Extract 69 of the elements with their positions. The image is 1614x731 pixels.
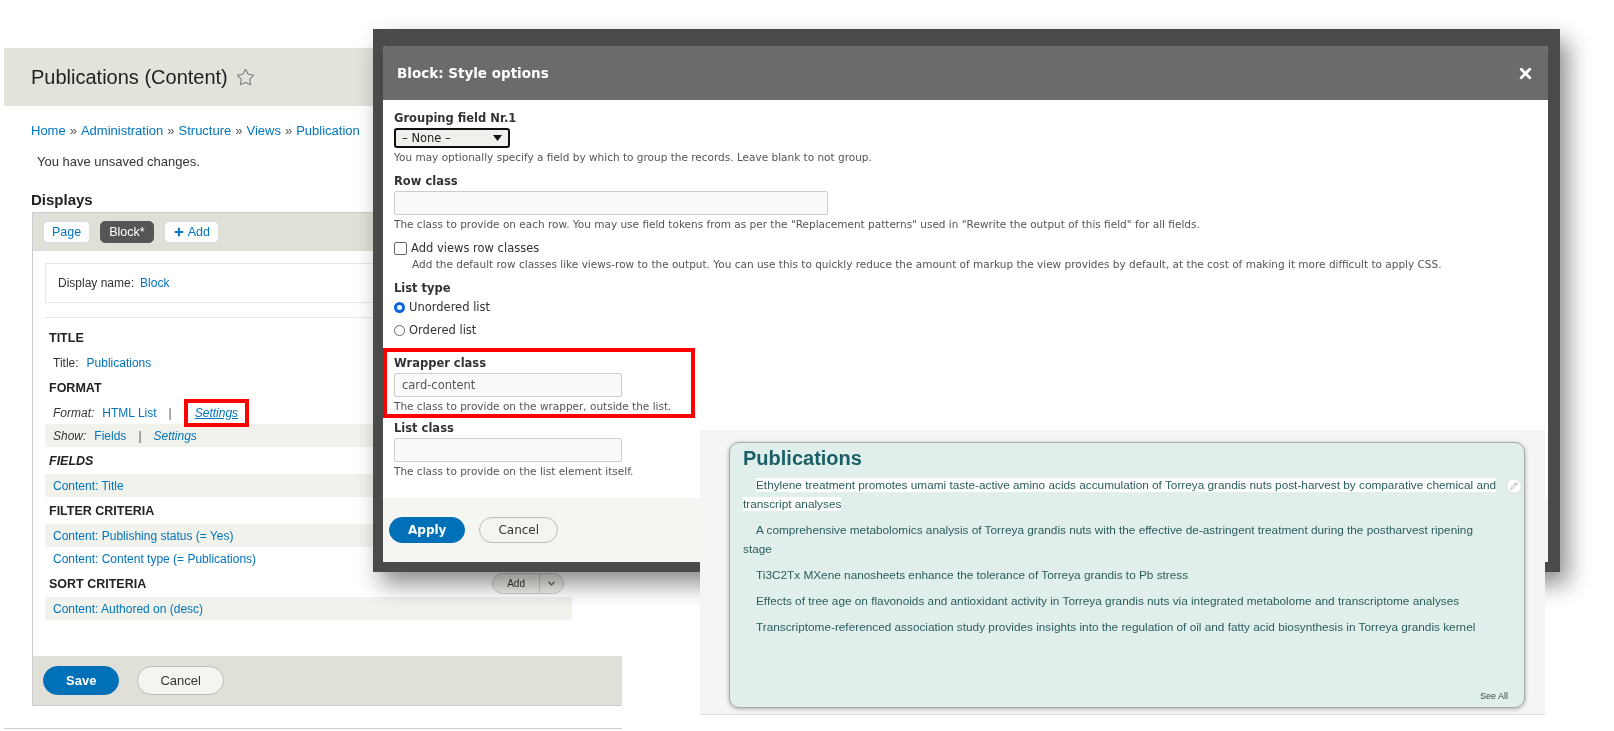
add-display-tab[interactable]: Add [163, 221, 219, 243]
text-field[interactable] [394, 438, 622, 462]
publication-link[interactable]: Effects of tree age on flavonoids and antioxidant activity in Torreya grandis nuts via integrated metabolome and transcriptome analyses [743, 592, 1504, 611]
row-classes-checkbox[interactable]: Add views row classes [394, 241, 540, 255]
row-label: Show: [53, 428, 87, 443]
add-button[interactable]: Add [493, 574, 540, 593]
settings-link[interactable]: Content: Content type (= Publications) [53, 551, 257, 566]
field-description: You may optionally specify a field by which to group the records. Leave blank to not group. [394, 151, 872, 163]
page-title: Publications (Content) [31, 65, 228, 89]
field-label: List type [394, 281, 451, 295]
settings-link[interactable]: Content: Authored on (desc) [53, 601, 204, 616]
field-label: List class [394, 421, 454, 435]
field-label: Wrapper class [394, 356, 487, 370]
settings-link[interactable]: Content: Publishing status (= Yes) [53, 528, 234, 543]
breadcrumb-separator: » [284, 123, 293, 138]
form-button[interactable]: Cancel [137, 666, 224, 695]
field-description: The class to provide on the list element itself. [394, 465, 634, 477]
star-icon[interactable] [235, 67, 255, 87]
settings-link[interactable]: Content: Title [53, 478, 124, 493]
radio-option[interactable]: Unordered list [394, 300, 491, 314]
settings-link[interactable]: Settings [194, 405, 239, 420]
breadcrumb-link[interactable]: Administration [80, 123, 164, 138]
section-title: SORT CRITERIA [48, 576, 147, 591]
caret-icon [493, 135, 502, 141]
settings-link[interactable]: Publications [86, 355, 152, 370]
grouping-select[interactable]: – None – [394, 128, 510, 148]
section-title: TITLE [48, 330, 84, 345]
field-label: Row class [394, 174, 458, 188]
field-description: The class to provide on each row. You may use field tokens from as per the "Replacement patterns" used in "Rewrite the output of this field" for all fields. [394, 218, 1200, 230]
breadcrumb-separator: » [167, 123, 175, 138]
settings-link[interactable]: Fields [94, 428, 127, 443]
display-tab[interactable]: Block* [100, 221, 154, 243]
field-description: Add the default row classes like views-row to the output. You can use this to quickly reduce the amount of markup the view provides by default, at the cost of making it more difficult to apply CSS. [411, 258, 1442, 270]
field-description: The class to provide on the wrapper, outside the list. [394, 400, 672, 412]
text-field[interactable]: card-content [394, 373, 622, 397]
link-separator: | [138, 428, 142, 443]
publication-link[interactable]: Ti3C2Tx MXene nanosheets enhance the tolerance of Torreya grandis to Pb stress [743, 566, 1504, 585]
field-label: Grouping field Nr.1 [394, 111, 517, 125]
settings-link[interactable]: HTML List [102, 405, 157, 420]
breadcrumb-separator: » [69, 123, 77, 138]
text-field[interactable] [394, 191, 828, 215]
see-all-link[interactable]: See All [1479, 691, 1508, 701]
dialog-button[interactable]: Apply [389, 517, 466, 543]
display-name-link[interactable]: Block [140, 276, 170, 290]
publication-link[interactable]: Transcriptome-referenced association study provides insights into the regulation of oil and fatty acid biosynthesis in Torreya grandis kernel [743, 618, 1504, 637]
status-message: You have unsaved changes. [37, 154, 200, 169]
radio-option[interactable]: Ordered list [394, 323, 477, 337]
dialog-title: Block: Style options [397, 65, 549, 81]
publication-link[interactable]: A comprehensive metabolomics analysis of Torreya grandis nuts with the effective de-astringent treatment during the postharvest ripening stage [743, 521, 1504, 559]
link-separator: | [168, 405, 172, 420]
row-label: Title: [53, 355, 79, 370]
section-heading: Displays [31, 191, 94, 208]
form-button[interactable]: Save [43, 666, 120, 695]
section-title: FORMAT [48, 380, 102, 395]
dialog-button[interactable]: Cancel [479, 517, 559, 543]
add-dropdown-button[interactable]: Add [492, 573, 564, 594]
settings-link[interactable]: Settings [153, 428, 197, 443]
breadcrumb-link[interactable]: Publication [296, 123, 360, 138]
row-label: Format: [53, 405, 95, 420]
breadcrumb-link[interactable]: Views [246, 123, 281, 138]
section-title: FIELDS [48, 453, 94, 468]
breadcrumb-link[interactable]: Structure [178, 123, 232, 138]
plus-icon [172, 226, 185, 238]
breadcrumb-link[interactable]: Home [31, 123, 66, 138]
field-label: Display name: [58, 276, 135, 290]
section-title: FILTER CRITERIA [48, 503, 155, 518]
display-tab[interactable]: Page [43, 221, 91, 243]
breadcrumb-separator: » [235, 123, 243, 138]
card-title: Publications [743, 447, 863, 470]
